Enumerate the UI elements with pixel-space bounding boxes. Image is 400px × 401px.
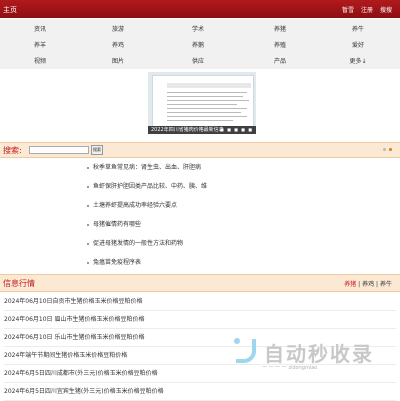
nav-item[interactable]: 学术 [168, 24, 228, 33]
nav-item[interactable]: 爱好 [328, 40, 388, 49]
doc-line [167, 116, 247, 117]
list-item[interactable]: 促进母猪发情的一般性方法和药物 [87, 236, 293, 252]
watermark: 自动秒收录 一 一 一 一 zidongmiao [226, 336, 386, 376]
nav-item[interactable]: 视频 [10, 56, 70, 65]
tab-cattle[interactable]: 养牛 [380, 281, 392, 288]
doc-line [167, 100, 249, 101]
banner-caption: 2022年四川省猪肉价格最新信息 ■ ■ ■ ■ ■ [148, 126, 256, 134]
banner-slider[interactable]: 2022年四川省猪肉价格最新信息 ■ ■ ■ ■ ■ [148, 72, 256, 134]
nav-row: 养羊 养鸡 养鹅 养殖 爱好 [0, 35, 400, 51]
list-item[interactable]: 秋季草鱼常见病：肾生虫、出血、肝胆病 [87, 160, 293, 176]
top-bar: 主页 暂雪 注册 搜搜 [0, 0, 400, 18]
list-item[interactable]: 2024年06月10日 眉山市生猪价格玉米价格豆粕价格 [4, 311, 396, 329]
tab-separator: | [376, 281, 379, 288]
doc-line [167, 96, 243, 97]
nav-item[interactable]: 养羊 [10, 40, 70, 49]
pager-dot-active-icon[interactable] [389, 148, 392, 151]
watermark-text: 自动秒收录 [264, 342, 374, 366]
tab-chicken[interactable]: 养鸡 [362, 281, 374, 288]
list-item[interactable]: 2024年06月10日自贡市生猪价格玉米价格豆粕价格 [4, 293, 396, 311]
nav-item[interactable]: 养鸡 [88, 40, 148, 49]
nav-more[interactable]: 更多↓ [328, 56, 388, 65]
nav-item[interactable]: 资讯 [10, 24, 70, 33]
nav-item[interactable]: 旅游 [88, 24, 148, 33]
doc-line [167, 120, 233, 121]
nav-item[interactable]: 养牛 [328, 24, 388, 33]
list-item[interactable]: 兔瘟苗免疫程序表 [87, 255, 293, 271]
nav-item[interactable]: 养殖 [250, 40, 310, 49]
nav-item[interactable]: 产品 [250, 56, 310, 65]
nav-item[interactable]: 供应 [168, 56, 228, 65]
list-item[interactable]: 土塘养虾提高成功率经验六要点 [87, 198, 293, 214]
nav-item[interactable]: 养鹅 [168, 40, 228, 49]
search-button[interactable]: 搜索 [91, 145, 103, 155]
doc-line [167, 92, 247, 93]
link-1[interactable]: 暂雪 [342, 7, 354, 14]
pager-dot-icon[interactable] [383, 148, 386, 151]
tab-pig[interactable]: 养猪 [344, 281, 356, 288]
banner-image [152, 75, 254, 127]
info-header: 信息行情 养猪 | 养鸡 | 养牛 [0, 274, 400, 292]
nav-item[interactable]: 图片 [88, 56, 148, 65]
watermark-logo-icon [236, 339, 256, 363]
tab-separator: | [358, 281, 361, 288]
user-links: 暂雪 注册 搜搜 [335, 5, 392, 14]
category-nav: 资讯 旅游 学术 养猪 养牛 养羊 养鸡 养鹅 养殖 爱好 视频 图片 供应 产… [0, 19, 400, 69]
nav-row: 视频 图片 供应 产品 更多↓ [0, 51, 400, 67]
search-bar: 搜索: 搜索 [0, 142, 400, 158]
doc-line [167, 104, 237, 105]
list-item[interactable]: 母猪催情药有哪些 [87, 217, 293, 233]
list-item[interactable]: 2024年6月5日四川宜宾生猪(外三元)价格玉米价格豆粕价格 [4, 383, 396, 401]
nav-item[interactable]: 养猪 [250, 24, 310, 33]
doc-line [167, 108, 247, 109]
link-search[interactable]: 搜搜 [380, 7, 392, 14]
doc-header-row [167, 83, 251, 88]
home-link[interactable]: 主页 [3, 5, 17, 15]
search-input[interactable] [29, 146, 89, 154]
banner-pager[interactable]: ■ ■ ■ ■ ■ [220, 128, 253, 132]
doc-line [167, 112, 241, 113]
watermark-subtext: 一 一 一 一 zidongmiao [262, 365, 318, 371]
banner-caption-text[interactable]: 2022年四川省猪肉价格最新信息 [151, 126, 224, 134]
nav-row: 资讯 旅游 学术 养猪 养牛 [0, 19, 400, 35]
info-tabs: 养猪 | 养鸡 | 养牛 [344, 279, 392, 288]
list-item[interactable]: 鱼虾保肝护胆因类产品比较、中药、胰、维 [87, 179, 293, 195]
search-label: 搜索: [3, 146, 22, 155]
section-title: 信息行情 [3, 279, 35, 288]
link-register[interactable]: 注册 [361, 7, 373, 14]
